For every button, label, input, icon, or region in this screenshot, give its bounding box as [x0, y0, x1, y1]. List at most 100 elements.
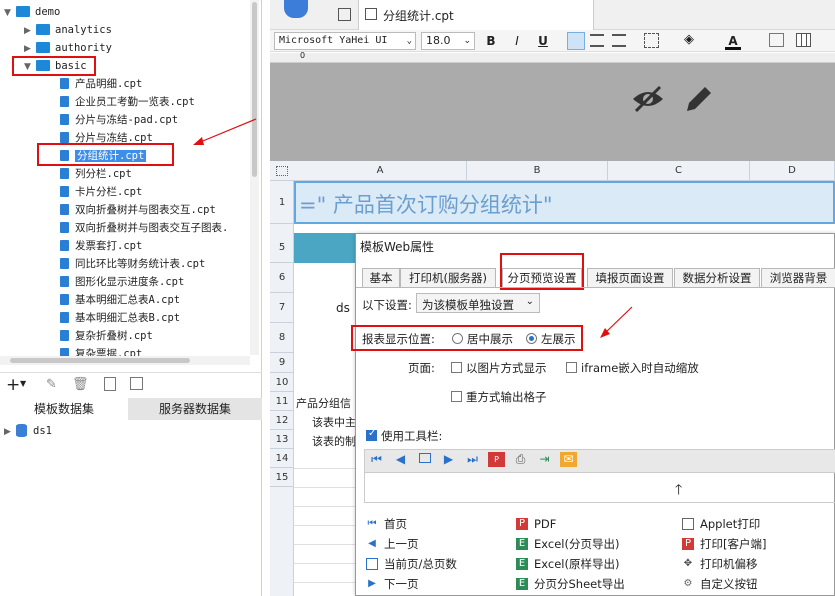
align-left-button[interactable]	[567, 32, 585, 50]
table-icon[interactable]	[796, 33, 811, 47]
output-grid-checkbox[interactable]: 重方式输出格子	[451, 389, 547, 405]
button-applet-print[interactable]: Applet打印	[682, 514, 760, 534]
button-excel-sheet[interactable]: E 分页分Sheet导出	[516, 574, 625, 594]
italic-button[interactable]: I	[508, 32, 526, 50]
tree-folder[interactable]: ▶ analytics	[24, 21, 112, 39]
edit-icon[interactable]: ✎	[46, 377, 57, 392]
row-header[interactable]: 14	[270, 449, 294, 468]
row-header[interactable]: 13	[270, 430, 294, 449]
page-number-icon[interactable]	[416, 452, 433, 467]
button-client-print[interactable]: P 打印[客户端]	[682, 534, 766, 554]
button-page-count[interactable]: 当前页/总页数	[366, 554, 457, 574]
fill-color-icon[interactable]: ◈	[684, 32, 694, 47]
button-custom[interactable]: ⚙ 自定义按钮	[682, 574, 758, 594]
row-header[interactable]: 11	[270, 392, 294, 411]
row-header[interactable]: 6	[270, 263, 294, 293]
row-header[interactable]: 7	[270, 293, 294, 323]
cell-a12[interactable]: 该表中主	[312, 414, 356, 430]
position-center-radio[interactable]: 居中展示	[452, 331, 513, 347]
tab-template-dataset[interactable]: 模板数据集	[0, 398, 128, 420]
pdf-icon[interactable]: P	[488, 452, 505, 467]
tab-fill-page[interactable]: 填报页面设置	[587, 268, 673, 288]
tab-basic[interactable]: 基本	[362, 268, 400, 288]
tree-folder[interactable]: ▼ demo	[4, 3, 60, 21]
button-excel-page[interactable]: E Excel(分页导出)	[516, 534, 619, 554]
row-header[interactable]: 10	[270, 373, 294, 392]
last-page-icon[interactable]: ⏭	[464, 452, 481, 467]
row-header[interactable]: 8	[270, 323, 294, 353]
image-display-checkbox[interactable]: 以图片方式显示	[451, 360, 547, 376]
tree-file[interactable]: 双向折叠树并与图表交互.cpt	[60, 201, 216, 219]
export-icon[interactable]: ⇥	[536, 452, 553, 467]
cell-a11[interactable]: 产品分组信	[296, 395, 351, 411]
tree-file[interactable]: 双向折叠树并与图表交互子图表.	[60, 219, 228, 237]
tree-file[interactable]: 企业员工考勤一览表.cpt	[60, 93, 195, 111]
tree-file[interactable]: 复杂折叠树.cpt	[60, 327, 153, 345]
column-header[interactable]: A	[294, 161, 467, 181]
position-left-radio[interactable]: 左展示	[526, 331, 576, 347]
font-color-button[interactable]: A	[725, 32, 741, 50]
border-icon[interactable]	[644, 33, 659, 48]
font-size-select[interactable]: 18.0 ⌄	[421, 32, 475, 50]
button-next-page[interactable]: ▶ 下一页	[366, 574, 418, 594]
tree-file[interactable]: 列分栏.cpt	[60, 165, 132, 183]
row-header[interactable]: 5	[270, 233, 294, 263]
delete-icon[interactable]: 🗑	[72, 377, 89, 392]
button-pdf[interactable]: P PDF	[516, 514, 556, 534]
row-header[interactable]: 9	[270, 353, 294, 373]
editor-tab[interactable]: 分组统计.cpt	[358, 0, 594, 30]
tree-file[interactable]: 产品明细.cpt	[60, 75, 142, 93]
tree-file[interactable]: 分片与冻结-pad.cpt	[60, 111, 178, 129]
next-page-icon[interactable]: ▶	[440, 452, 457, 467]
chevron-right-icon[interactable]: ▶	[24, 22, 36, 40]
settings-select[interactable]: 为该模板单独设置 ⌄	[416, 293, 540, 313]
tree-folder[interactable]: ▶ authority	[24, 39, 112, 57]
dropdown-arrow-icon[interactable]: ▼	[20, 379, 26, 388]
row-header[interactable]: 15	[270, 468, 294, 487]
tree-horizontal-scrollbar[interactable]	[0, 356, 250, 365]
button-first-page[interactable]: ⏮ 首页	[366, 514, 408, 534]
grid-icon[interactable]	[338, 8, 351, 21]
use-toolbar-checkbox[interactable]: 使用工具栏:	[366, 428, 442, 444]
chevron-right-icon[interactable]: ▶	[4, 423, 16, 441]
add-dataset-icon[interactable]: +	[6, 376, 20, 394]
parameter-icon[interactable]	[130, 377, 143, 390]
button-excel-original[interactable]: E Excel(原样导出)	[516, 554, 619, 574]
column-header[interactable]: D	[750, 161, 835, 181]
select-all-icon[interactable]	[276, 166, 288, 176]
row-header[interactable]: 12	[270, 411, 294, 430]
align-center-button[interactable]	[590, 34, 604, 47]
align-right-button[interactable]	[612, 34, 626, 47]
hide-icon[interactable]	[630, 83, 666, 115]
iframe-zoom-checkbox[interactable]: iframe嵌入时自动缩放	[566, 360, 699, 376]
button-prev-page[interactable]: ◀ 上一页	[366, 534, 418, 554]
tab-data-analysis[interactable]: 数据分析设置	[674, 268, 760, 288]
chevron-down-icon[interactable]: ▼	[4, 4, 16, 22]
column-header[interactable]: B	[467, 161, 608, 181]
title-cell[interactable]: =" 产品首次订购分组统计"	[294, 181, 835, 224]
font-family-select[interactable]: Microsoft YaHei UI ⌄	[274, 32, 416, 50]
tab-server-dataset[interactable]: 服务器数据集	[128, 398, 262, 420]
tree-file[interactable]: 发票套打.cpt	[60, 237, 142, 255]
preview-icon[interactable]	[104, 377, 116, 391]
edit-pencil-icon[interactable]	[683, 83, 715, 115]
tree-file[interactable]: 卡片分栏.cpt	[60, 183, 142, 201]
tree-file[interactable]: 图形化显示进度条.cpt	[60, 273, 184, 291]
tree-vertical-scrollbar[interactable]	[250, 0, 259, 355]
dataset-item[interactable]: ▶ ds1	[4, 422, 52, 440]
merge-cells-icon[interactable]	[769, 33, 784, 47]
row-header[interactable]: 1	[270, 181, 294, 224]
underline-button[interactable]: U	[534, 32, 552, 50]
bold-button[interactable]: B	[482, 32, 500, 50]
tree-file[interactable]: 基本明细汇总表B.cpt	[60, 309, 180, 327]
first-page-icon[interactable]: ⏮	[368, 452, 385, 467]
tab-printer-server[interactable]: 打印机(服务器)	[400, 268, 496, 288]
print-icon[interactable]: ⎙	[512, 452, 529, 467]
tree-file[interactable]: 同比环比等财务统计表.cpt	[60, 255, 205, 273]
cell-a7[interactable]: ds	[336, 301, 350, 315]
tab-browser-bg[interactable]: 浏览器背景	[761, 268, 835, 288]
prev-page-icon[interactable]: ◀	[392, 452, 409, 467]
email-icon[interactable]: ✉	[560, 452, 577, 467]
column-header[interactable]: C	[608, 161, 750, 181]
tree-file[interactable]: 基本明细汇总表A.cpt	[60, 291, 180, 309]
